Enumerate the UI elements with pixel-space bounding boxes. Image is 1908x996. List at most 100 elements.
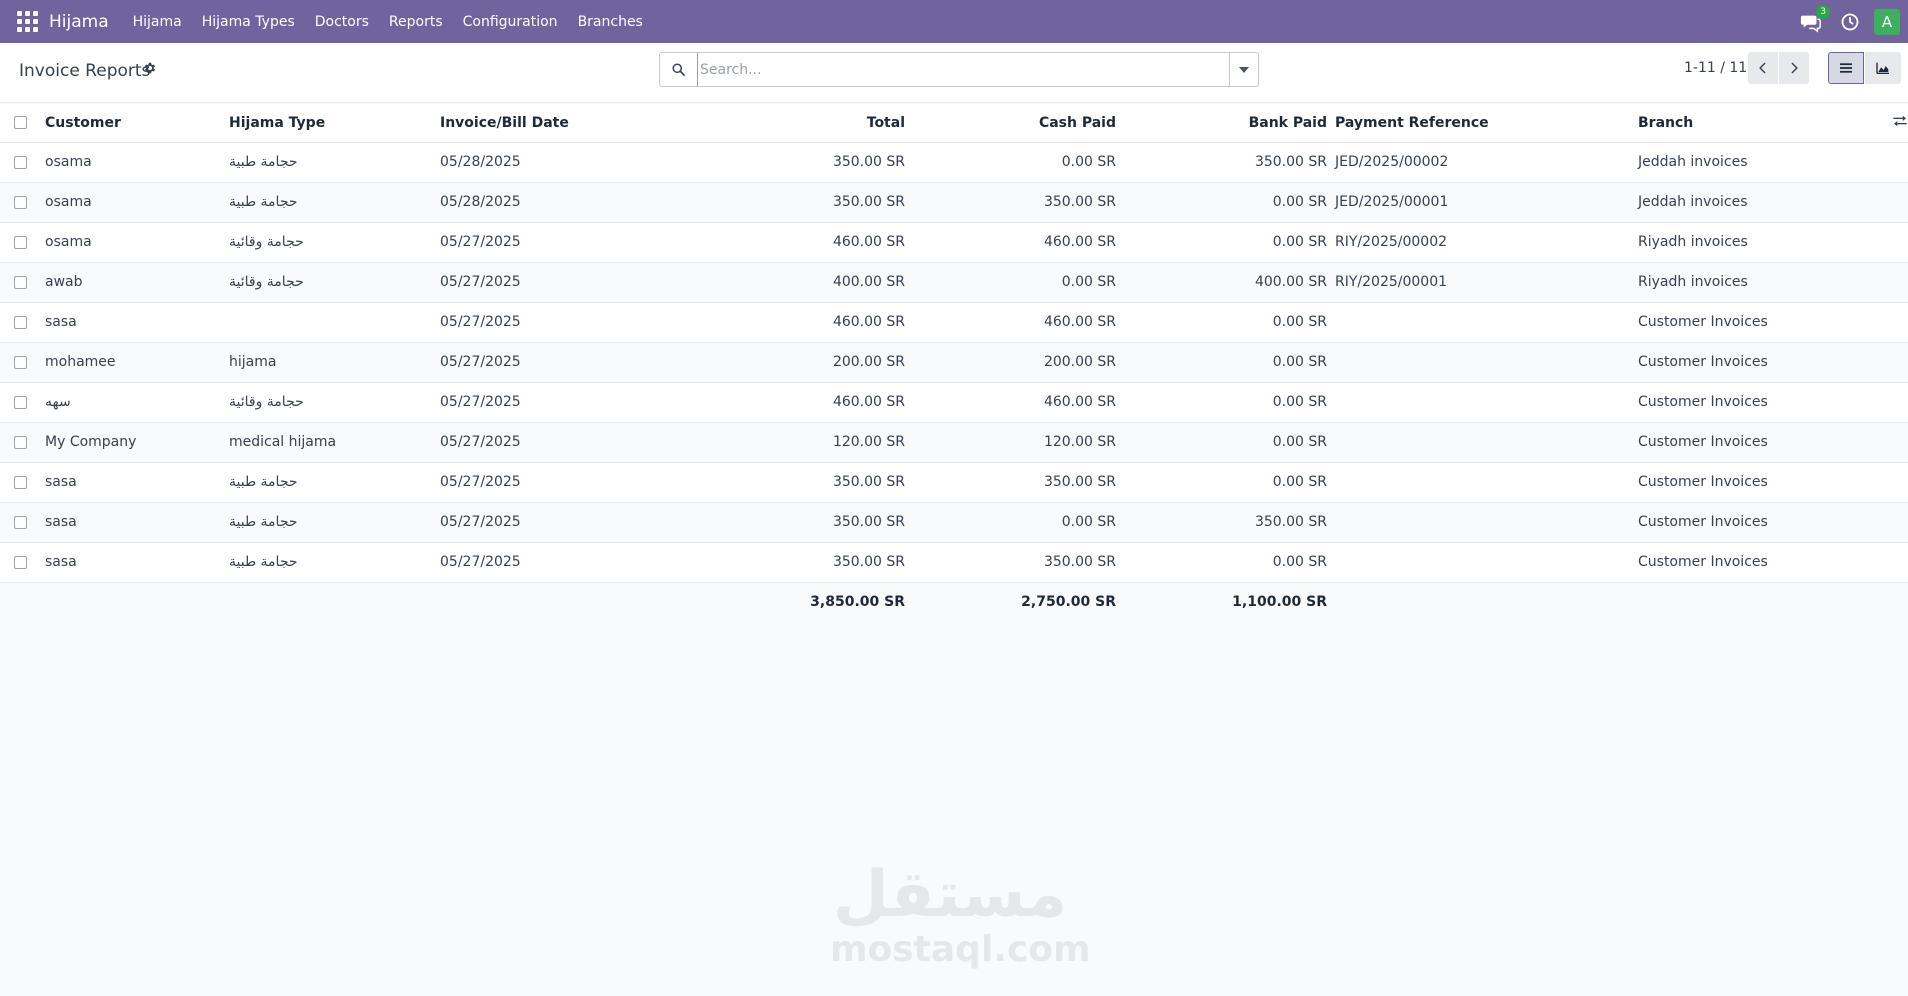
- cell-hijama-type: حجامة وقائية: [229, 394, 304, 410]
- cell-invoice-date: 05/27/2025: [440, 234, 521, 250]
- table-row[interactable]: sasa 05/27/2025 460.00 SR 460.00 SR 0.00 SR C…: [0, 302, 1908, 343]
- row-checkbox[interactable]: [14, 275, 27, 289]
- totals-row: 3,850.00 SR 2,750.00 SR 1,100.00 SR: [0, 582, 1908, 622]
- cell-hijama-type: حجامة طبية: [229, 154, 298, 170]
- app-brand[interactable]: Hijama: [49, 12, 109, 32]
- column-payment-reference[interactable]: Payment Reference: [1331, 104, 1634, 143]
- menu-reports[interactable]: Reports: [379, 14, 453, 30]
- cell-customer: osama: [45, 234, 92, 250]
- row-checkbox[interactable]: [14, 475, 27, 489]
- cell-customer: My Company: [45, 434, 137, 450]
- menu-configuration[interactable]: Configuration: [453, 14, 568, 30]
- row-checkbox[interactable]: [14, 155, 27, 169]
- row-checkbox[interactable]: [14, 435, 27, 449]
- menu-hijama[interactable]: Hijama: [123, 14, 192, 30]
- column-invoice-date[interactable]: Invoice/Bill Date: [436, 104, 623, 143]
- column-hijama-type[interactable]: Hijama Type: [225, 104, 436, 143]
- watermark-arabic: مستقل: [832, 858, 1068, 932]
- cell-bank-paid: 400.00 SR: [1254, 274, 1327, 290]
- row-checkbox[interactable]: [14, 515, 27, 529]
- cell-invoice-date: 05/27/2025: [440, 354, 521, 370]
- search-options-toggle[interactable]: [1229, 53, 1258, 86]
- menu-branches[interactable]: Branches: [568, 14, 653, 30]
- row-checkbox[interactable]: [14, 235, 27, 249]
- graph-view-button[interactable]: [1865, 52, 1901, 84]
- column-cash-paid[interactable]: Cash Paid: [909, 104, 1120, 143]
- column-customer[interactable]: Customer: [41, 104, 225, 143]
- cell-customer: sasa: [45, 474, 77, 490]
- cell-total: 120.00 SR: [832, 434, 905, 450]
- cell-customer: mohamee: [45, 354, 116, 370]
- cell-hijama-type: حجامة طبية: [229, 514, 298, 530]
- cell-invoice-date: 05/28/2025: [440, 194, 521, 210]
- cell-total: 460.00 SR: [832, 394, 905, 410]
- table-row[interactable]: osama حجامة طبية 05/28/2025 350.00 SR 350.00…: [0, 182, 1908, 223]
- table-row[interactable]: osama حجامة وقائية 05/27/2025 460.00 SR 460.…: [0, 222, 1908, 263]
- menu-hijama-types[interactable]: Hijama Types: [192, 14, 305, 30]
- chevron-right-icon: [1791, 62, 1798, 74]
- user-avatar[interactable]: A: [1874, 8, 1900, 35]
- apps-menu-icon[interactable]: [15, 10, 39, 34]
- cell-branch: Riyadh invoices: [1638, 274, 1748, 290]
- cell-bank-paid: 350.00 SR: [1254, 154, 1327, 170]
- cell-customer: awab: [45, 274, 83, 290]
- table-row[interactable]: sasa حجامة طبية 05/27/2025 350.00 SR 350.00 …: [0, 462, 1908, 503]
- total-sum: 3,850.00 SR: [623, 582, 909, 622]
- cell-total: 350.00 SR: [832, 514, 905, 530]
- cell-hijama-type: حجامة وقائية: [229, 234, 304, 250]
- table-row[interactable]: osama حجامة طبية 05/28/2025 350.00 SR 0.00 S…: [0, 142, 1908, 183]
- cell-hijama-type: حجامة طبية: [229, 194, 298, 210]
- cash-paid-sum: 2,750.00 SR: [909, 582, 1120, 622]
- row-checkbox[interactable]: [14, 555, 27, 569]
- column-total[interactable]: Total: [623, 104, 909, 143]
- pager-previous-button[interactable]: [1748, 52, 1778, 84]
- row-checkbox[interactable]: [14, 395, 27, 409]
- cell-branch: Customer Invoices: [1638, 434, 1768, 450]
- cell-cash-paid: 120.00 SR: [1043, 434, 1116, 450]
- cell-hijama-type: hijama: [229, 354, 277, 370]
- chevron-left-icon: [1759, 62, 1766, 74]
- cell-branch: Jeddah invoices: [1638, 194, 1748, 210]
- table-row[interactable]: sasa حجامة طبية 05/27/2025 350.00 SR 0.00 SR…: [0, 502, 1908, 543]
- menu-doctors[interactable]: Doctors: [305, 14, 379, 30]
- cell-invoice-date: 05/27/2025: [440, 434, 521, 450]
- cell-bank-paid: 0.00 SR: [1272, 434, 1327, 450]
- invoice-table: Customer Hijama Type Invoice/Bill Date T…: [0, 104, 1908, 622]
- cell-cash-paid: 200.00 SR: [1043, 354, 1116, 370]
- column-bank-paid[interactable]: Bank Paid: [1120, 104, 1331, 143]
- pager-value[interactable]: 1-11 / 11: [1684, 60, 1747, 76]
- cell-invoice-date: 05/27/2025: [440, 514, 521, 530]
- gear-icon[interactable]: [143, 61, 159, 77]
- control-panel: Invoice Reports 1-11 / 11: [0, 43, 1908, 103]
- cell-invoice-date: 05/27/2025: [440, 394, 521, 410]
- cell-total: 350.00 SR: [832, 474, 905, 490]
- row-checkbox[interactable]: [14, 195, 27, 209]
- cell-cash-paid: 460.00 SR: [1043, 394, 1116, 410]
- cell-invoice-date: 05/27/2025: [440, 274, 521, 290]
- list-view-button[interactable]: [1828, 52, 1864, 84]
- row-checkbox[interactable]: [14, 315, 27, 329]
- cell-customer: osama: [45, 154, 92, 170]
- row-checkbox[interactable]: [14, 355, 27, 369]
- cell-customer: sasa: [45, 514, 77, 530]
- table-row[interactable]: My Company medical hijama 05/27/2025 120.00…: [0, 422, 1908, 463]
- table-row[interactable]: awab حجامة وقائية 05/27/2025 400.00 SR 0.00 …: [0, 262, 1908, 303]
- cell-payment-reference: RIY/2025/00002: [1335, 234, 1448, 250]
- cell-branch: Riyadh invoices: [1638, 234, 1748, 250]
- column-branch[interactable]: Branch: [1634, 104, 1862, 143]
- cell-bank-paid: 0.00 SR: [1272, 394, 1327, 410]
- table-row[interactable]: سهه حجامة وقائية 05/27/2025 460.00 SR 460.00…: [0, 382, 1908, 423]
- cell-cash-paid: 350.00 SR: [1043, 194, 1116, 210]
- select-all-checkbox[interactable]: [14, 116, 27, 130]
- table-row[interactable]: sasa حجامة طبية 05/27/2025 350.00 SR 350.00 …: [0, 542, 1908, 583]
- chat-icon[interactable]: 3: [1800, 4, 1830, 33]
- cell-bank-paid: 0.00 SR: [1272, 354, 1327, 370]
- pager-next-button[interactable]: [1779, 52, 1809, 84]
- area-chart-icon: [1876, 62, 1889, 74]
- cell-branch: Customer Invoices: [1638, 314, 1768, 330]
- table-row[interactable]: mohamee hijama 05/27/2025 200.00 SR 200.00 S…: [0, 342, 1908, 383]
- search-input[interactable]: [697, 53, 1229, 86]
- optional-columns-icon[interactable]: [1892, 113, 1908, 129]
- activity-clock-icon[interactable]: [1840, 12, 1860, 32]
- cell-bank-paid: 0.00 SR: [1272, 234, 1327, 250]
